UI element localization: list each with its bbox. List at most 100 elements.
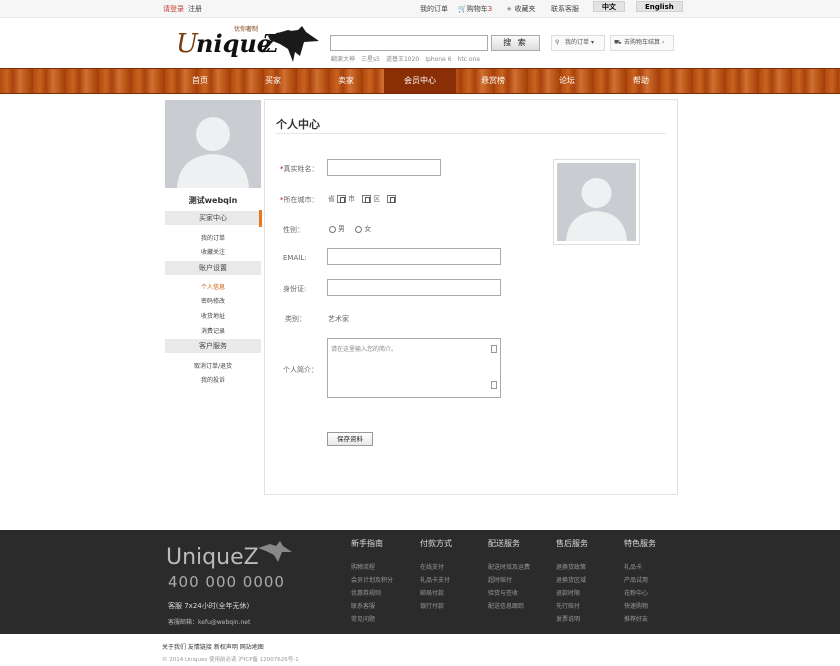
footer-link[interactable]: 银行付款 — [420, 601, 444, 610]
footer-link[interactable]: 退换货政策 — [556, 562, 586, 571]
nav-item-help[interactable]: 帮助 — [611, 69, 671, 93]
footer-link[interactable]: 超时赔付 — [488, 575, 512, 584]
search-button[interactable]: 搜 索 — [491, 35, 540, 51]
cart-link[interactable]: 🛒购物车3 — [458, 4, 492, 14]
login-link[interactable]: 请登录 — [163, 4, 184, 14]
footer-link[interactable]: 常见问题 — [351, 614, 375, 623]
footer-link[interactable]: 产品试用 — [624, 575, 648, 584]
nav-item-home[interactable]: 首页 — [170, 69, 230, 93]
sidebar-item-my-orders[interactable]: 我的订单 — [165, 233, 261, 242]
footer-link[interactable]: 会员计划及积分 — [351, 575, 393, 584]
city-select[interactable] — [362, 195, 372, 203]
footer-logo-text: UniqueZ — [166, 545, 259, 570]
sidebar-item-personal-info[interactable]: 个人信息 — [165, 282, 261, 291]
page-title: 个人中心 — [276, 118, 320, 131]
footer-link[interactable]: 邮局付款 — [420, 588, 444, 597]
cart-checkout-button[interactable]: ⛟ 去购物车结算 › — [610, 35, 674, 51]
footer-link[interactable]: 礼品卡 — [624, 562, 642, 571]
sidebar-item-address[interactable]: 收货地址 — [165, 311, 261, 320]
nav-item-buyer[interactable]: 买家 — [243, 69, 303, 93]
gender-male-radio[interactable] — [329, 225, 336, 233]
sidebar-item-password[interactable]: 密码修改 — [165, 296, 261, 305]
service-hours: 客服 7x24小时(全年无休) — [168, 602, 250, 610]
footer-link[interactable]: 先行赔付 — [556, 601, 580, 610]
sidebar-item-complaints[interactable]: 我的投诉 — [165, 375, 261, 384]
my-orders-link[interactable]: 我的订单 — [420, 4, 448, 14]
sidebar-item-records[interactable]: 消费记录 — [165, 326, 261, 335]
email-input[interactable] — [327, 248, 501, 265]
hot-word[interactable]: 翻滚大神 — [331, 56, 355, 63]
bottom-links[interactable]: 关于我们 友情链接 新权声明 网站地图 — [162, 642, 264, 651]
nav-item-member-center[interactable]: 会员中心 — [384, 69, 456, 93]
nav-item-seller[interactable]: 卖家 — [316, 69, 376, 93]
footer-link[interactable]: 退换货区域 — [556, 575, 586, 584]
footer-col-title-special: 特色服务 — [624, 539, 656, 548]
gender-female-radio[interactable] — [355, 225, 363, 233]
sidebar-avatar — [165, 100, 261, 188]
sidebar-item-cancel-return[interactable]: 取消订单/退货 — [165, 361, 261, 370]
district-select[interactable] — [387, 195, 397, 203]
my-orders-dropdown-label: 我的订单 — [565, 39, 590, 46]
footer-link[interactable]: 推荐好友 — [624, 614, 648, 623]
save-button[interactable]: 保存资料 — [327, 432, 373, 446]
footer-link[interactable]: 花粉中心 — [624, 588, 648, 597]
id-card-input[interactable] — [327, 279, 501, 296]
my-orders-dropdown[interactable]: ⚲ 我的订单 ▾ — [551, 35, 605, 51]
category-value: 艺术家 — [328, 315, 349, 323]
sidebar-item-favorites[interactable]: 收藏关注 — [165, 247, 261, 256]
service-email: 客服邮箱：kefu@webqin.net — [168, 619, 251, 626]
cart-label: 购物车 — [466, 5, 488, 13]
footer-link[interactable]: 购物流程 — [351, 562, 375, 571]
favorites-label: 收藏夹 — [514, 5, 536, 13]
register-link[interactable]: 注册 — [188, 4, 202, 14]
footer-link[interactable]: 在线支付 — [420, 562, 444, 571]
lang-cn-button[interactable]: 中文 — [593, 1, 625, 12]
site-logo[interactable]: U nique Z 优你奢制 — [176, 22, 321, 64]
footer-link[interactable]: 验货与签收 — [488, 588, 518, 597]
search-input[interactable] — [330, 35, 488, 51]
scroll-down-handle[interactable] — [491, 381, 497, 389]
city-label-text: 所在城市： — [283, 196, 319, 204]
footer-link[interactable]: 退款时限 — [556, 588, 580, 597]
nav-item-forum[interactable]: 论坛 — [537, 69, 597, 93]
hot-words: 翻滚大神 三星s5 道基王1020 Iphone 6 htc one — [331, 54, 486, 63]
hot-word[interactable]: htc one — [458, 56, 481, 63]
sidebar-section-customer-service[interactable]: 客户服务 — [165, 339, 261, 353]
svg-text:优你奢制: 优你奢制 — [234, 25, 258, 33]
real-name-input[interactable] — [327, 159, 441, 176]
hot-word[interactable]: 三星s5 — [361, 56, 380, 63]
footer-link[interactable]: 发票说明 — [556, 614, 580, 623]
copyright: © 2014 Uniquez 使用前必读 沪ICP备 12007626号-1 — [162, 657, 299, 663]
hot-word[interactable]: Iphone 6 — [425, 56, 451, 63]
category-label: 类别： — [285, 315, 306, 323]
cart-count: 3 — [487, 5, 493, 13]
contact-link[interactable]: 联系客服 — [551, 4, 579, 14]
footer-link[interactable]: 配送信息跟踪 — [488, 601, 524, 610]
province-select[interactable] — [337, 195, 346, 203]
svg-text:nique: nique — [196, 29, 272, 58]
favorites-link[interactable]: ★ 收藏夹 — [506, 4, 536, 14]
scroll-up-handle[interactable] — [491, 345, 497, 353]
footer-link[interactable]: 礼品卡支付 — [420, 575, 450, 584]
city-selectors: 省市 区 — [328, 194, 398, 204]
footer-link[interactable]: 优惠券规则 — [351, 588, 381, 597]
username: 测试webqin — [188, 196, 238, 205]
sidebar-section-buyer-center[interactable]: 买家中心 — [165, 211, 261, 225]
cart-icon: 🛒 — [458, 5, 467, 13]
female-label: 女 — [364, 225, 372, 233]
footer-link[interactable]: 配送时效及运费 — [488, 562, 530, 571]
profile-avatar[interactable] — [553, 159, 640, 245]
sidebar-section-account-settings[interactable]: 账户设置 — [165, 261, 261, 275]
footer-col-title-payment: 付款方式 — [420, 539, 452, 548]
lang-en-button[interactable]: English — [636, 1, 683, 12]
intro-textarea[interactable]: 请在这里输入您的简介。 — [327, 338, 501, 398]
hot-word[interactable]: 道基王1020 — [386, 56, 419, 63]
male-label: 男 — [338, 225, 345, 233]
email-label: EMAIL: — [283, 254, 307, 262]
footer-link[interactable]: 联系客服 — [351, 601, 375, 610]
intro-label: 个人简介： — [283, 366, 318, 374]
nav-item-bounty[interactable]: 悬赏榜 — [463, 69, 523, 93]
footer-col-title-guide: 新手指南 — [351, 539, 383, 548]
city-select-label: 市 — [348, 195, 355, 203]
footer-link[interactable]: 快速购物 — [624, 601, 648, 610]
